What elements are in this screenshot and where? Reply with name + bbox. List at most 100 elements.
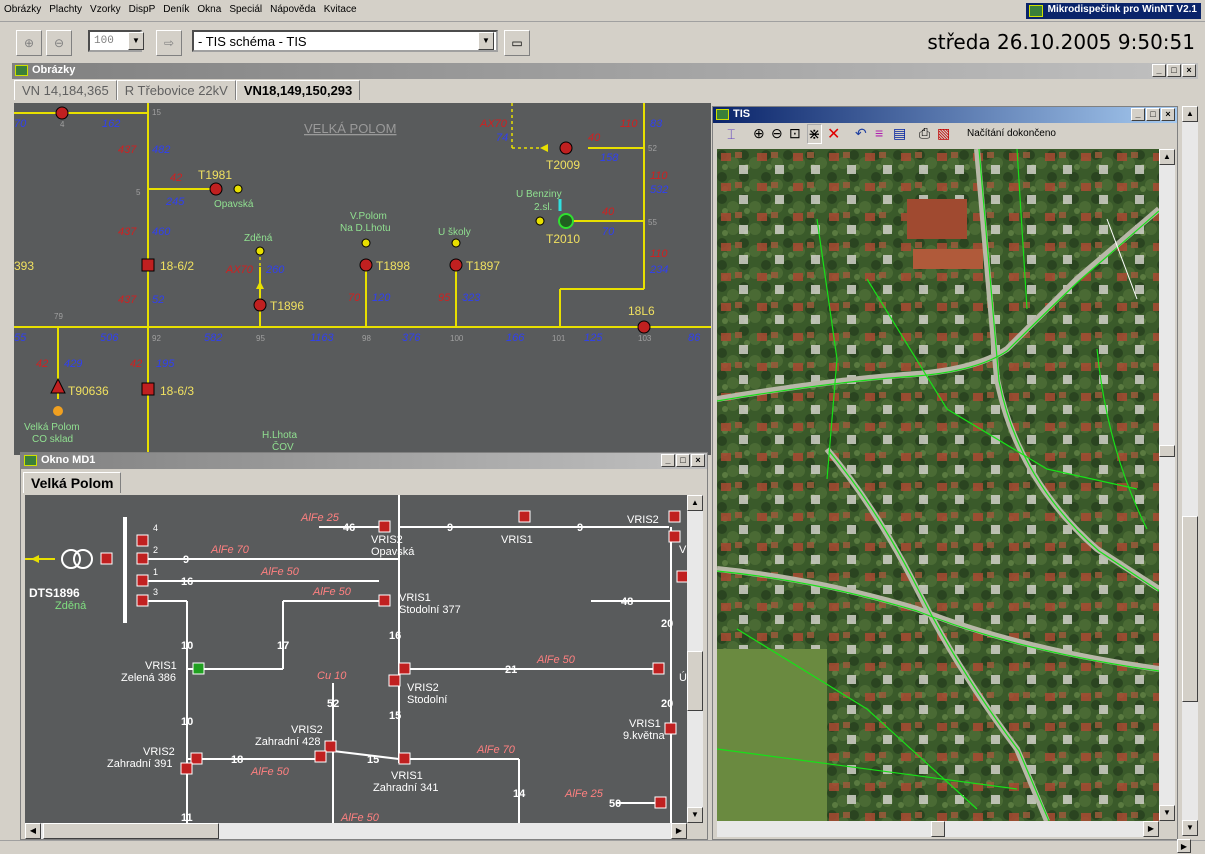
- restore-button[interactable]: □: [1167, 64, 1181, 77]
- scroll-up-button[interactable]: ▲: [1182, 106, 1198, 122]
- num-blue: 166: [506, 332, 525, 344]
- menu-dispp[interactable]: DispP: [125, 0, 160, 20]
- zoom-dropdown-button[interactable]: ▼: [128, 32, 144, 50]
- view-combo[interactable]: - TIS schéma - TIS: [192, 30, 498, 52]
- zoom-out-icon[interactable]: ⊖: [771, 125, 783, 142]
- menu-obrazky[interactable]: Obrázky: [0, 0, 45, 20]
- scroll-right-button[interactable]: ▶: [671, 823, 687, 839]
- restore-button[interactable]: □: [676, 454, 690, 467]
- arrow-up-icon: ▲: [1163, 152, 1171, 161]
- label-stodolni: Stodolní: [407, 694, 447, 706]
- close-icon: ×: [1186, 65, 1192, 75]
- scroll-left-button[interactable]: ◀: [25, 823, 41, 839]
- chevron-down-icon: ▼: [482, 36, 490, 45]
- num-blue: 482: [152, 144, 170, 156]
- tab-r-trebovice[interactable]: R Třebovice 22kV: [116, 80, 236, 100]
- md1-hscroll[interactable]: ◀ ▶: [25, 823, 687, 839]
- menu-napoveda[interactable]: Nápověda: [266, 0, 320, 20]
- tis-hscroll[interactable]: ▶: [717, 821, 1159, 837]
- goto-icon: ⇨: [163, 36, 175, 50]
- num-blue: 125: [584, 332, 603, 344]
- undo-icon[interactable]: ↶: [855, 125, 867, 142]
- num-red: 110: [620, 118, 638, 130]
- length-label: 48: [621, 596, 633, 608]
- zoom-out-button[interactable]: ⊖: [46, 30, 72, 56]
- label-co-sklad: CO sklad: [32, 434, 73, 445]
- pan-icon[interactable]: ⋇: [807, 124, 822, 144]
- zoom-window-icon[interactable]: ⊡: [789, 125, 801, 142]
- zoom-in-icon[interactable]: ⊕: [753, 125, 765, 142]
- num-blue: 245: [165, 196, 185, 208]
- tis-vscroll[interactable]: ▲ ▼: [1159, 149, 1175, 821]
- num-red: 437: [118, 294, 137, 306]
- md1-station-labels: DTS1896 Zděná VRIS2 Opavská VRIS1 VRIS2 …: [29, 514, 687, 794]
- close-button[interactable]: ×: [1182, 64, 1196, 77]
- menu-special[interactable]: Speciál: [225, 0, 266, 20]
- md1-schema-canvas[interactable]: DTS1896 Zděná VRIS2 Opavská VRIS1 VRIS2 …: [25, 495, 687, 823]
- scroll-thumb[interactable]: [1182, 516, 1198, 702]
- label-uskoly: U školy: [438, 227, 471, 238]
- minimize-button[interactable]: _: [1152, 64, 1166, 77]
- label-zahradni-428: Zahradní 428: [255, 736, 320, 748]
- num-red: AX70: [479, 118, 508, 130]
- scroll-thumb[interactable]: [687, 651, 703, 711]
- obrazky-schema-canvas[interactable]: VELKÁ POLOM T1981 Opavská T2009 U Benzin…: [14, 103, 711, 455]
- restore-button[interactable]: □: [1146, 108, 1160, 121]
- scroll-down-button[interactable]: ▼: [1182, 820, 1198, 836]
- cursor-tool-icon[interactable]: ⌶: [727, 126, 735, 143]
- length-label: 9: [577, 522, 583, 534]
- keyboard-button[interactable]: ▭: [504, 30, 530, 56]
- tab-velka-polom[interactable]: Velká Polom: [23, 472, 122, 493]
- arrow-down-icon: ▼: [1186, 823, 1194, 832]
- scroll-down-button[interactable]: ▼: [687, 807, 703, 823]
- scroll-up-button[interactable]: ▲: [1159, 149, 1175, 165]
- minimize-button[interactable]: _: [1131, 108, 1145, 121]
- arrow-up-icon: ▲: [1186, 109, 1194, 118]
- arrow-left-icon: [31, 555, 39, 563]
- menu-vzorky[interactable]: Vzorky: [86, 0, 125, 20]
- label-partial: V: [679, 544, 687, 556]
- scroll-thumb[interactable]: [931, 821, 945, 837]
- menu-kvitace[interactable]: Kvitace: [320, 0, 361, 20]
- print-icon[interactable]: ⎙: [919, 125, 930, 142]
- zoom-in-button[interactable]: ⊕: [16, 30, 42, 56]
- num-grey: 101: [552, 334, 566, 343]
- tis-toolbar: ⌶ ⊕ ⊖ ⊡ ⋇ ✕ ↶ ≡ ▤ ⎙ ▧ Načítání dokončeno: [713, 123, 1177, 147]
- scroll-down-button[interactable]: ▼: [1159, 805, 1175, 821]
- tab-vn18[interactable]: VN18,149,150,293: [235, 80, 361, 100]
- tab-vn14[interactable]: VN 14,184,365: [14, 80, 117, 100]
- scroll-up-button[interactable]: ▲: [687, 495, 703, 511]
- zoom-in-icon: ⊕: [23, 36, 35, 50]
- layer-save-icon[interactable]: ▤: [893, 125, 906, 142]
- scroll-thumb[interactable]: [43, 823, 219, 839]
- menu-denik[interactable]: Deník: [159, 0, 193, 20]
- label-9-kvetna: 9.května: [623, 730, 665, 742]
- chevron-down-icon: ▼: [132, 36, 140, 45]
- export-icon[interactable]: ▧: [937, 125, 950, 142]
- arrow-down-icon: ▼: [1163, 808, 1171, 817]
- layers-icon[interactable]: ≡: [875, 125, 883, 141]
- arrow-down-icon: ▼: [691, 810, 699, 819]
- close-button[interactable]: ×: [691, 454, 705, 467]
- minimize-button[interactable]: _: [661, 454, 675, 467]
- menu-okna[interactable]: Okna: [193, 0, 225, 20]
- cancel-icon[interactable]: ✕: [827, 124, 840, 144]
- scroll-right-button[interactable]: ▶: [1177, 839, 1191, 853]
- view-dropdown-button[interactable]: ▼: [478, 32, 494, 50]
- aerial-map-svg: [717, 149, 1159, 821]
- menu-plachty[interactable]: Plachty: [45, 0, 86, 20]
- obrazky-title[interactable]: Obrázky: [12, 63, 1198, 79]
- tis-title-text: TIS: [733, 108, 751, 120]
- obrazky-vscroll[interactable]: ▲ ▼: [1182, 106, 1198, 836]
- md1-titlebar[interactable]: Okno MD1 _ □ ×: [21, 453, 707, 469]
- scroll-right-button[interactable]: ▶: [1143, 821, 1159, 837]
- tis-titlebar[interactable]: TIS _ □ ×: [713, 107, 1177, 123]
- tis-map[interactable]: [717, 149, 1159, 821]
- goto-button[interactable]: ⇨: [156, 30, 182, 56]
- length-label: 15: [389, 710, 401, 722]
- close-button[interactable]: ×: [1161, 108, 1175, 121]
- label-velka-polom: Velká Polom: [24, 422, 80, 433]
- scroll-thumb[interactable]: [1159, 445, 1175, 457]
- md1-vscroll[interactable]: ▲ ▼: [687, 495, 703, 823]
- label-opavska: Opavská: [371, 546, 415, 558]
